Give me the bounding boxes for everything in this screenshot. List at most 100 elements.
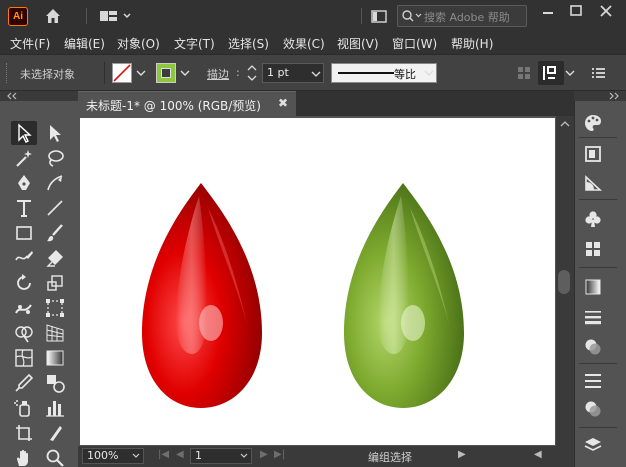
type-tool-icon[interactable] <box>11 196 37 220</box>
menu-select[interactable]: 选择(S) <box>228 35 269 52</box>
isolate-chevron-icon[interactable] <box>564 63 576 86</box>
stroke-weight-stepper[interactable] <box>246 63 260 83</box>
search-input[interactable]: 搜索 Adobe 帮助 <box>397 5 527 27</box>
selection-tool-icon[interactable] <box>11 121 37 145</box>
tools-collapse-bar[interactable] <box>0 91 78 101</box>
stroke-swatch[interactable] <box>156 63 176 83</box>
panel-dock <box>574 101 626 467</box>
scrollbar-thumb[interactable] <box>558 270 570 294</box>
minimize-button[interactable] <box>534 0 562 24</box>
line-segment-tool-icon[interactable] <box>42 196 68 220</box>
artboard-tool-icon[interactable] <box>11 421 37 445</box>
control-bar: 未选择对象 描边 : 1 pt 等比 <box>0 54 626 91</box>
zoom-tool-icon[interactable] <box>42 446 68 467</box>
artboard-number-field[interactable]: 1 <box>190 448 252 464</box>
tools-panel <box>0 101 78 467</box>
properties-icon[interactable] <box>583 173 605 195</box>
close-button[interactable] <box>592 0 620 24</box>
hand-tool-icon[interactable] <box>11 446 37 467</box>
previous-artboard-icon[interactable]: ◀ <box>176 449 184 460</box>
arrange-documents-icon[interactable] <box>370 6 388 26</box>
menu-view[interactable]: 视图(V) <box>337 35 379 52</box>
home-icon[interactable] <box>43 6 63 26</box>
scroll-left-icon[interactable]: ◀ <box>534 449 542 460</box>
stroke-profile-chevron-icon[interactable] <box>422 63 436 83</box>
menu-bar: 文件(F) 编辑(E) 对象(O) 文字(T) 选择(S) 效果(C) 视图(V… <box>0 32 626 54</box>
menu-type[interactable]: 文字(T) <box>174 35 215 52</box>
layers-icon[interactable] <box>583 435 605 457</box>
pen-tool-icon[interactable] <box>11 171 37 195</box>
curvature-tool-icon[interactable] <box>42 171 68 195</box>
stroke-profile-line <box>338 72 394 74</box>
symbol-sprayer-tool-icon[interactable] <box>11 396 37 420</box>
status-bar: 100% |◀ ◀ 1 ▶ ▶| 编组选择 ▶ ◀ <box>78 446 574 467</box>
separator <box>86 8 87 24</box>
menu-effect[interactable]: 效果(C) <box>283 35 325 52</box>
vertical-scrollbar[interactable] <box>556 116 574 446</box>
menu-file[interactable]: 文件(F) <box>10 35 50 52</box>
direct-selection-tool-icon[interactable] <box>42 121 68 145</box>
menu-help[interactable]: 帮助(H) <box>451 35 493 52</box>
gradient-tool-icon[interactable] <box>42 346 68 370</box>
shape-builder-tool-icon[interactable] <box>11 321 37 345</box>
eyedropper-tool-icon[interactable] <box>11 371 37 395</box>
mesh-tool-icon[interactable] <box>11 346 37 370</box>
stroke-dropdown-chevron-icon[interactable] <box>178 63 192 83</box>
magic-wand-tool-icon[interactable] <box>11 146 37 170</box>
isolate-mode-button[interactable] <box>538 61 564 85</box>
artboard-number: 1 <box>195 449 202 462</box>
search-placeholder: 搜索 Adobe 帮助 <box>424 11 510 24</box>
shaper-tool-icon[interactable] <box>11 246 37 270</box>
eraser-tool-icon[interactable] <box>42 246 68 270</box>
paintbrush-tool-icon[interactable] <box>42 221 68 245</box>
maximize-button[interactable] <box>562 0 590 24</box>
panel-grip[interactable] <box>6 63 9 83</box>
red-drop-shape[interactable] <box>142 183 262 408</box>
first-artboard-icon[interactable]: |◀ <box>158 449 169 460</box>
symbols-club-icon[interactable] <box>583 209 605 231</box>
zoom-field[interactable]: 100% <box>82 448 144 464</box>
separator <box>579 363 617 364</box>
panels-collapse-bar[interactable] <box>574 91 626 101</box>
title-bar: Ai 搜索 Adobe 帮助 <box>0 0 626 32</box>
gradient-panel-icon[interactable] <box>583 277 605 299</box>
lasso-tool-icon[interactable] <box>42 146 68 170</box>
stroke-label[interactable]: 描边 <box>207 66 229 82</box>
close-tab-icon[interactable]: ✖ <box>278 96 288 110</box>
separator <box>579 137 617 138</box>
color-palette-icon[interactable] <box>583 113 605 135</box>
align-grid-icon[interactable] <box>518 67 530 82</box>
stroke-weight-field[interactable]: 1 pt <box>262 63 324 83</box>
rotate-tool-icon[interactable] <box>11 271 37 295</box>
fill-swatch[interactable] <box>112 63 132 83</box>
last-artboard-icon[interactable]: ▶| <box>274 449 285 460</box>
status-menu-arrow-icon[interactable]: ▶ <box>458 449 466 460</box>
artboard[interactable] <box>80 118 555 445</box>
stroke-weight-value: 1 pt <box>267 66 289 79</box>
perspective-grid-tool-icon[interactable] <box>42 321 68 345</box>
transparency-icon[interactable] <box>583 337 605 359</box>
menu-window[interactable]: 窗口(W) <box>392 35 437 52</box>
free-transform-tool-icon[interactable] <box>42 296 68 320</box>
menu-edit[interactable]: 编辑(E) <box>64 35 105 52</box>
document-tab[interactable]: 未标题-1* @ 100% (RGB/预览) ✖ <box>78 91 296 116</box>
scale-tool-icon[interactable] <box>42 271 68 295</box>
colon-separator: : <box>236 66 240 79</box>
next-artboard-icon[interactable]: ▶ <box>260 449 268 460</box>
stroke-profile-value: 等比 <box>394 68 416 81</box>
puppet-warp-tool-icon[interactable] <box>11 296 37 320</box>
stroke-panel-icon[interactable] <box>583 307 605 329</box>
swatches-grid-icon[interactable] <box>583 239 605 261</box>
green-drop-shape[interactable] <box>344 183 464 408</box>
menu-object[interactable]: 对象(O) <box>117 35 160 52</box>
fill-dropdown-chevron-icon[interactable] <box>134 63 148 83</box>
appearance-icon[interactable] <box>583 399 605 421</box>
panel-menu-icon[interactable] <box>592 66 606 83</box>
blend-tool-icon[interactable] <box>42 371 68 395</box>
workspace-layout-icon[interactable] <box>98 6 132 26</box>
slice-tool-icon[interactable] <box>42 421 68 445</box>
column-graph-tool-icon[interactable] <box>42 396 68 420</box>
align-panel-icon[interactable] <box>583 371 605 393</box>
rectangle-tool-icon[interactable] <box>11 221 37 245</box>
libraries-icon[interactable] <box>583 144 605 166</box>
